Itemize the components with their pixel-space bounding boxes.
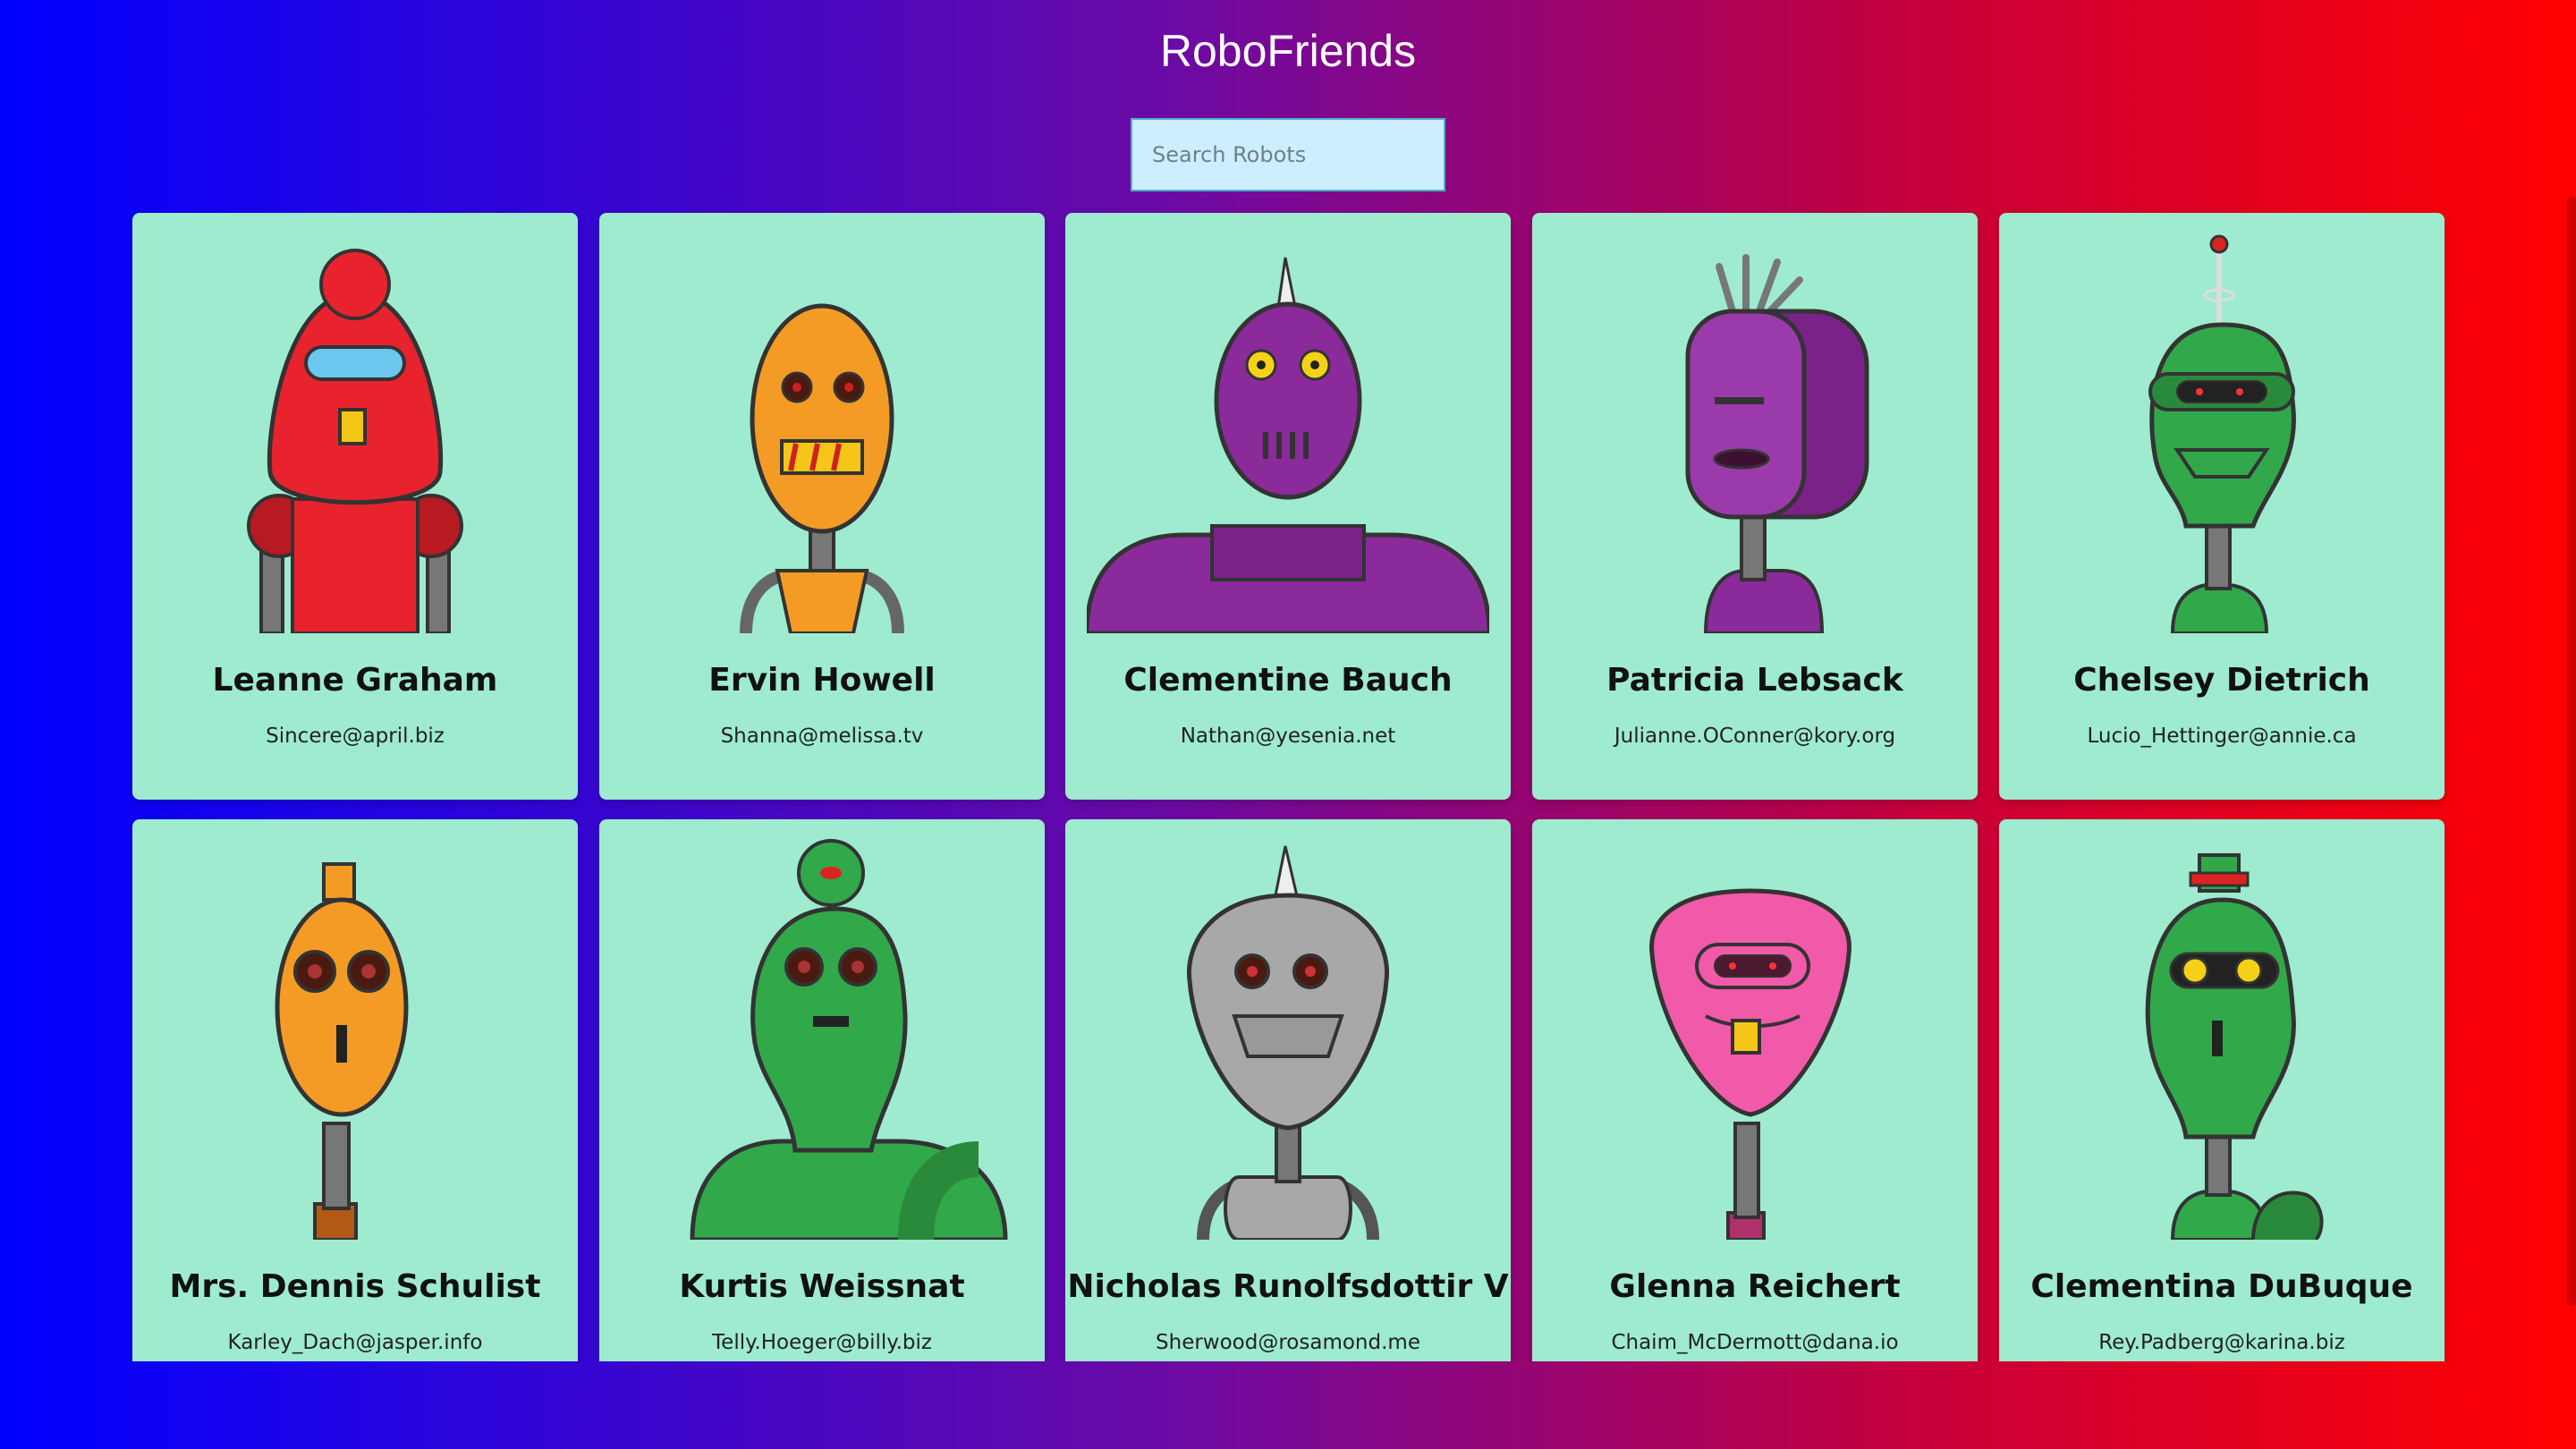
robot-name: Clementine Bauch xyxy=(1123,662,1453,699)
gray-robot-avatar xyxy=(1186,845,1390,1240)
robot-card: Clementina DuBuque Rey.Padberg@karina.bi… xyxy=(1999,819,2445,1361)
robot-name: Kurtis Weissnat xyxy=(679,1268,965,1305)
robot-card: Kurtis Weissnat Telly.Hoeger@billy.biz xyxy=(599,819,1045,1361)
orange-robot-avatar xyxy=(740,303,904,633)
robot-name: Ervin Howell xyxy=(708,662,936,699)
robot-name: Glenna Reichert xyxy=(1609,1268,1901,1305)
robot-card: Clementine Bauch Nathan@yesenia.net xyxy=(1065,213,1511,800)
card-list: Leanne Graham Sincere@april.biz Ervin Ho… xyxy=(0,0,2576,1361)
robot-email: Rey.Padberg@karina.biz xyxy=(2098,1331,2345,1354)
robot-card: Patricia Lebsack Julianne.OConner@kory.o… xyxy=(1532,213,1978,800)
robot-card: Nicholas Runolfsdottir V Sherwood@rosamo… xyxy=(1065,819,1511,1361)
robot-email: Julianne.OConner@kory.org xyxy=(1614,724,1896,748)
purple-robot-avatar xyxy=(1087,257,1489,633)
robot-card: Leanne Graham Sincere@april.biz xyxy=(132,213,578,800)
pink-robot-avatar xyxy=(1649,888,1852,1240)
robot-name: Leanne Graham xyxy=(212,662,498,699)
robot-name: Clementina DuBuque xyxy=(2030,1268,2413,1305)
robot-email: Sincere@april.biz xyxy=(266,724,445,748)
robot-email: Karley_Dach@jasper.info xyxy=(227,1331,483,1354)
red-robot-avatar xyxy=(247,249,463,633)
purple-robot-avatar xyxy=(1685,254,1869,633)
robot-card: Ervin Howell Shanna@melissa.tv xyxy=(599,213,1045,800)
robot-email: Chaim_McDermott@dana.io xyxy=(1611,1331,1899,1354)
robot-email: Lucio_Hettinger@annie.ca xyxy=(2087,724,2357,748)
orange-robot-avatar xyxy=(275,862,409,1240)
robot-email: Telly.Hoeger@billy.biz xyxy=(712,1331,932,1354)
green-robot-avatar xyxy=(2145,853,2324,1240)
robot-card: Chelsey Dietrich Lucio_Hettinger@annie.c… xyxy=(1999,213,2445,800)
robot-name: Patricia Lebsack xyxy=(1606,662,1903,699)
robot-name: Mrs. Dennis Schulist xyxy=(169,1268,541,1305)
robot-name: Nicholas Runolfsdottir V xyxy=(1067,1268,1509,1305)
robot-email: Shanna@melissa.tv xyxy=(720,724,924,748)
green-robot-avatar xyxy=(2148,234,2296,633)
robot-name: Chelsey Dietrich xyxy=(2073,662,2370,699)
robot-card: Mrs. Dennis Schulist Karley_Dach@jasper.… xyxy=(132,819,578,1361)
green-robot-avatar xyxy=(690,839,1008,1240)
scrollbar[interactable] xyxy=(2567,197,2576,1306)
robot-email: Nathan@yesenia.net xyxy=(1180,724,1396,748)
robot-email: Sherwood@rosamond.me xyxy=(1156,1331,1420,1354)
robot-card: Glenna Reichert Chaim_McDermott@dana.io xyxy=(1532,819,1978,1361)
